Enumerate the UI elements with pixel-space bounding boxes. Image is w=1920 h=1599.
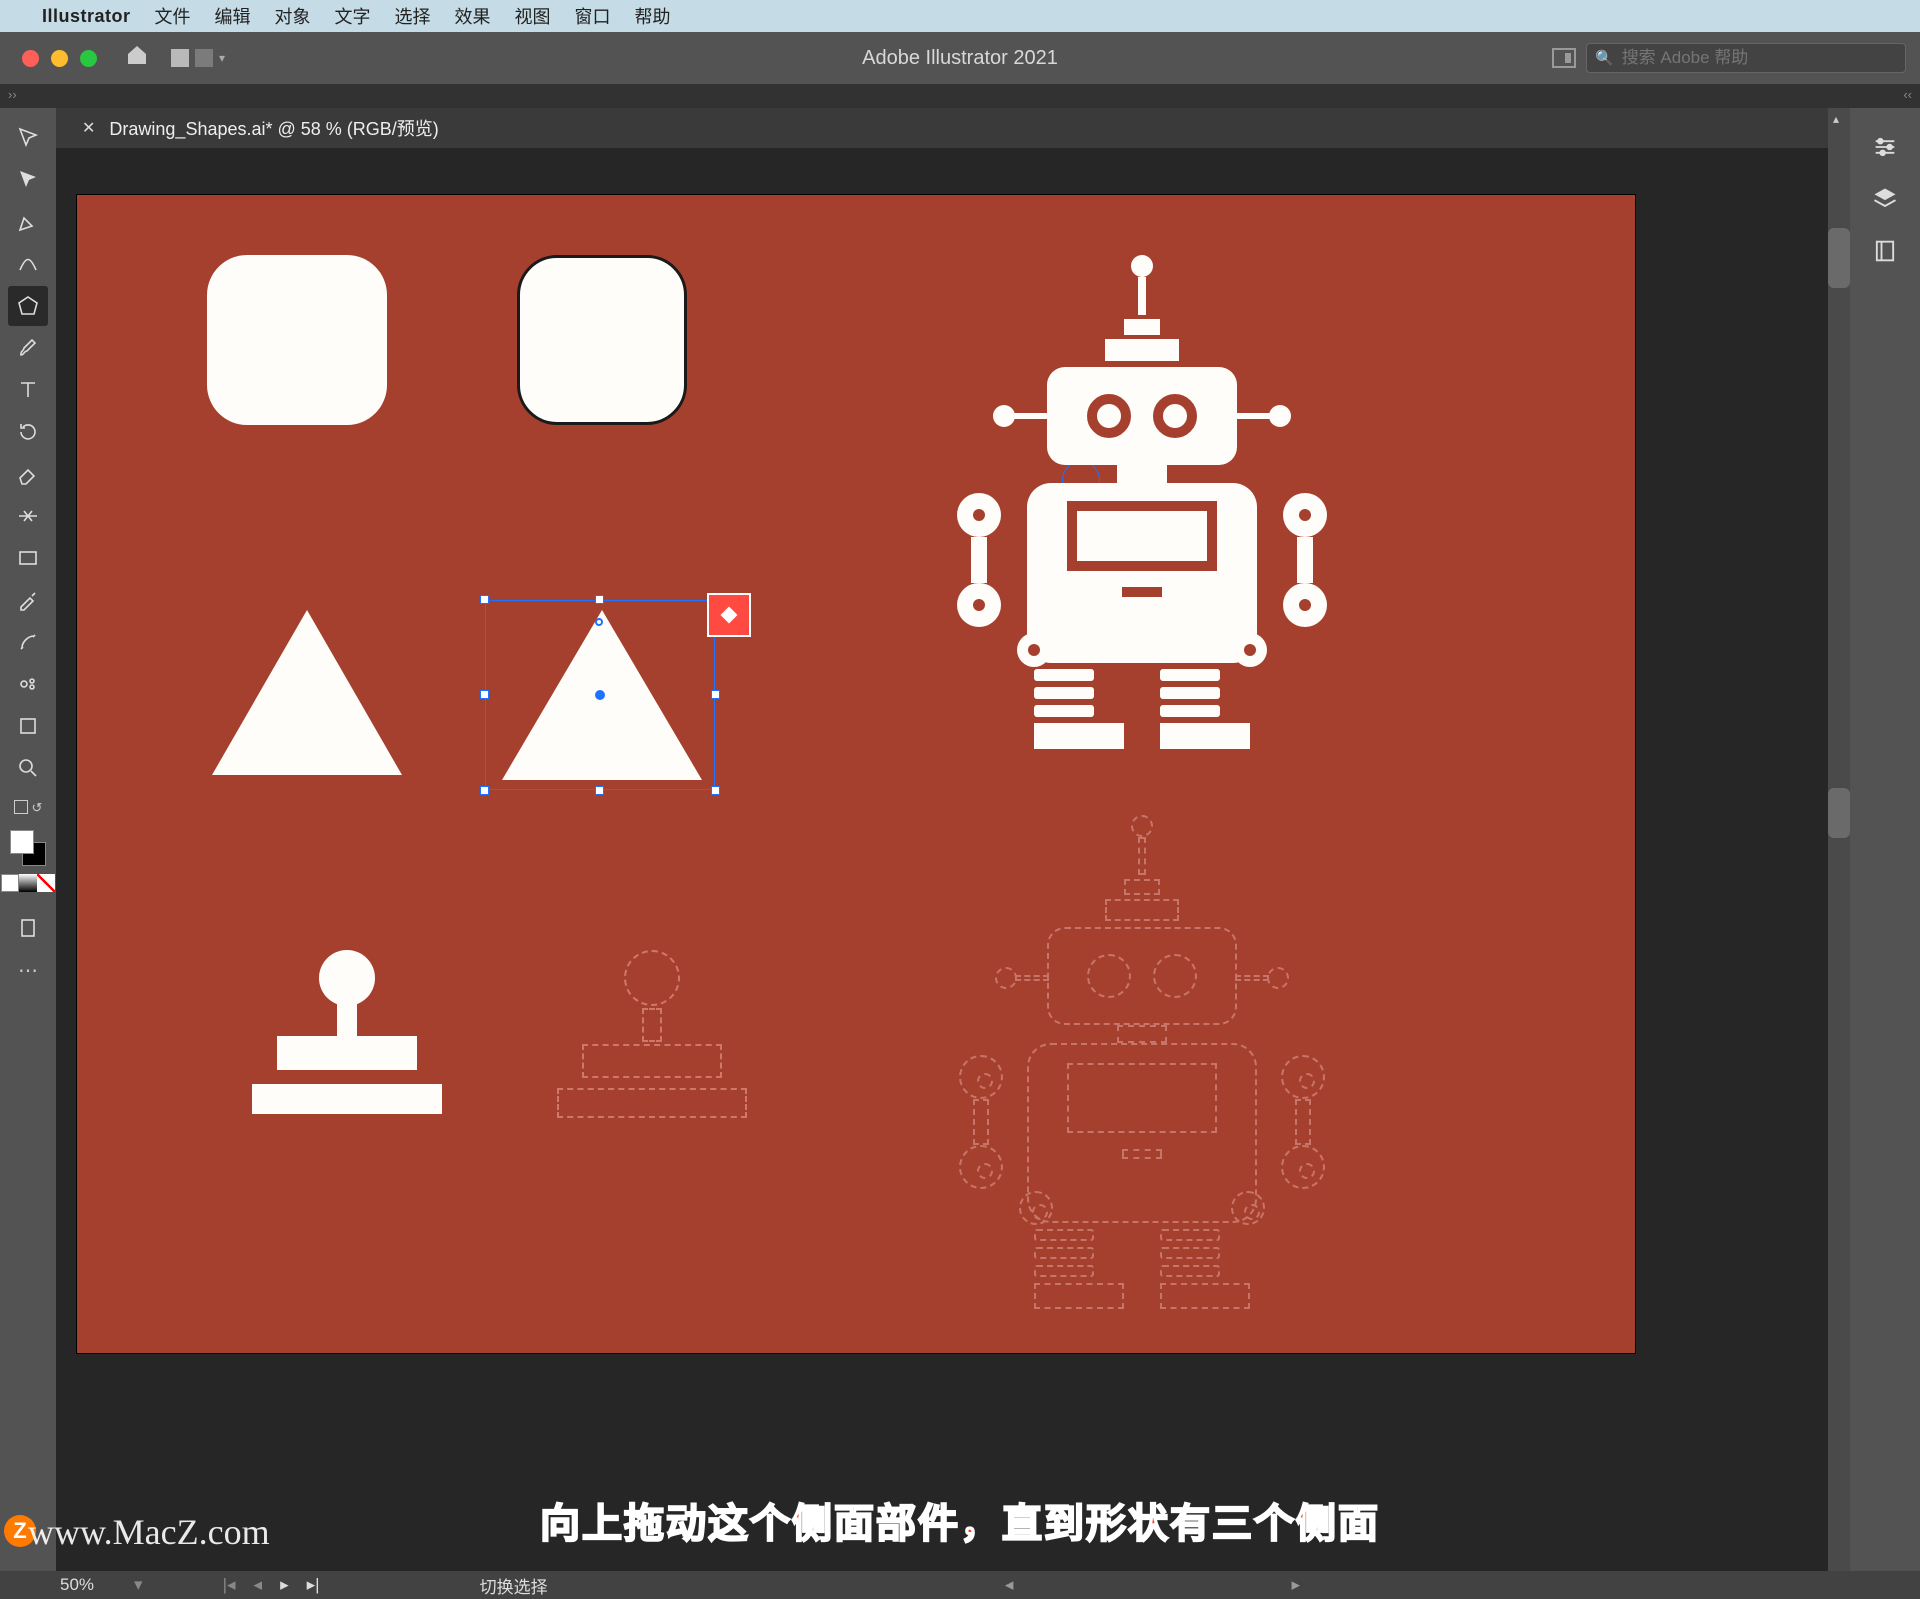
eraser-tool[interactable] — [8, 454, 48, 494]
menu-help[interactable]: 帮助 — [635, 3, 671, 29]
robot-shape-outline[interactable] — [1027, 815, 1257, 1309]
rounded-rect-outlined[interactable] — [517, 255, 687, 425]
zoom-level[interactable]: 50% — [60, 1575, 94, 1595]
rounded-rect-white[interactable] — [207, 255, 387, 425]
zoom-tool[interactable] — [8, 748, 48, 788]
polygon-tool[interactable] — [8, 286, 48, 326]
watermark-text: www.MacZ.com — [28, 1511, 270, 1553]
document-tab[interactable]: ✕ Drawing_Shapes.ai* @ 58 % (RGB/预览) — [66, 115, 455, 141]
draw-mode-button[interactable] — [8, 908, 48, 948]
menu-window[interactable]: 窗口 — [575, 3, 611, 29]
artboard-nav[interactable]: |◂◂▸▸| — [223, 1575, 320, 1595]
right-panel-dock — [1850, 108, 1920, 1571]
color-mode-row[interactable] — [1, 874, 55, 892]
document-tab-label: Drawing_Shapes.ai* @ 58 % (RGB/预览) — [109, 115, 438, 141]
type-tool[interactable] — [8, 370, 48, 410]
selection-tool[interactable] — [8, 118, 48, 158]
workspace-switcher[interactable]: ▾ — [171, 49, 225, 67]
artboard[interactable]: 路径 — [76, 194, 1636, 1354]
minimize-window-button[interactable] — [51, 50, 68, 67]
help-search[interactable]: 🔍 — [1586, 43, 1906, 73]
close-window-button[interactable] — [22, 50, 39, 67]
robot-shape[interactable] — [1027, 255, 1257, 749]
edit-toolbar-button[interactable]: ⋯ — [8, 950, 48, 990]
tutorial-caption: 向上拖动这个侧面部件，直到形状有三个侧面 — [0, 1491, 1920, 1549]
triangle-white[interactable] — [212, 610, 402, 775]
document-area: ✕ Drawing_Shapes.ai* @ 58 % (RGB/预览) — [56, 108, 1828, 1571]
scrollbar-thumb[interactable] — [1828, 788, 1850, 838]
canvas-viewport[interactable]: 路径 — [56, 148, 1828, 1571]
gradient-tool[interactable] — [8, 538, 48, 578]
menu-view[interactable]: 视图 — [515, 3, 551, 29]
control-bar: ›› ‹‹ — [0, 84, 1920, 108]
expand-left-icon[interactable]: ›› — [8, 87, 17, 102]
app-title: Adobe Illustrator 2021 — [862, 47, 1058, 70]
app-menu[interactable]: Illustrator — [42, 6, 131, 27]
menu-effect[interactable]: 效果 — [455, 3, 491, 29]
search-icon: 🔍 — [1595, 49, 1614, 67]
artboard-tool[interactable] — [8, 706, 48, 746]
window-controls — [0, 50, 97, 67]
arrange-documents-icon[interactable] — [1552, 48, 1576, 68]
fill-stroke-swatch[interactable] — [10, 830, 46, 866]
tools-panel: ↺ ⋯ — [0, 108, 56, 1571]
menu-object[interactable]: 对象 — [275, 3, 311, 29]
libraries-icon[interactable] — [1868, 236, 1902, 266]
symbol-sprayer-tool[interactable] — [8, 664, 48, 704]
properties-icon[interactable] — [1868, 132, 1902, 162]
app-title-bar: ▾ Adobe Illustrator 2021 🔍 — [0, 32, 1920, 84]
selection-bounding-box[interactable] — [485, 600, 715, 790]
direct-selection-tool[interactable] — [8, 160, 48, 200]
rotate-tool[interactable] — [8, 412, 48, 452]
pen-tool[interactable] — [8, 202, 48, 242]
menu-type[interactable]: 文字 — [335, 3, 371, 29]
document-tabs: ✕ Drawing_Shapes.ai* @ 58 % (RGB/预览) — [56, 108, 1828, 148]
curvature-tool[interactable] — [8, 244, 48, 284]
swap-fill-stroke-icon[interactable] — [14, 800, 28, 814]
status-nav-2[interactable]: ◂▸ — [1005, 1575, 1300, 1595]
live-shape-sides-widget[interactable] — [707, 593, 751, 637]
paintbrush-tool[interactable] — [8, 328, 48, 368]
home-icon[interactable] — [125, 43, 149, 74]
help-search-input[interactable] — [1622, 48, 1897, 68]
zoom-window-button[interactable] — [80, 50, 97, 67]
vertical-scrollbar[interactable]: ▴ — [1828, 108, 1850, 1571]
status-bar: 50% ▾ |◂◂▸▸| 切换选择 ◂▸ — [0, 1571, 1920, 1599]
scrollbar-thumb[interactable] — [1828, 228, 1850, 288]
menu-edit[interactable]: 编辑 — [215, 3, 251, 29]
mac-menu-bar: Illustrator 文件 编辑 对象 文字 选择 效果 视图 窗口 帮助 — [0, 0, 1920, 32]
close-icon[interactable]: ✕ — [82, 118, 95, 138]
layers-icon[interactable] — [1868, 184, 1902, 214]
status-mode-label: 切换选择 — [480, 1573, 548, 1598]
menu-file[interactable]: 文件 — [155, 3, 191, 29]
joystick-shape-outline[interactable] — [557, 950, 747, 1118]
default-fill-stroke-icon[interactable]: ↺ — [32, 800, 43, 816]
expand-right-icon[interactable]: ‹‹ — [1903, 87, 1912, 102]
blend-tool[interactable] — [8, 622, 48, 662]
scissors-tool[interactable] — [8, 496, 48, 536]
eyedropper-tool[interactable] — [8, 580, 48, 620]
joystick-shape[interactable] — [252, 950, 442, 1114]
menu-select[interactable]: 选择 — [395, 3, 431, 29]
